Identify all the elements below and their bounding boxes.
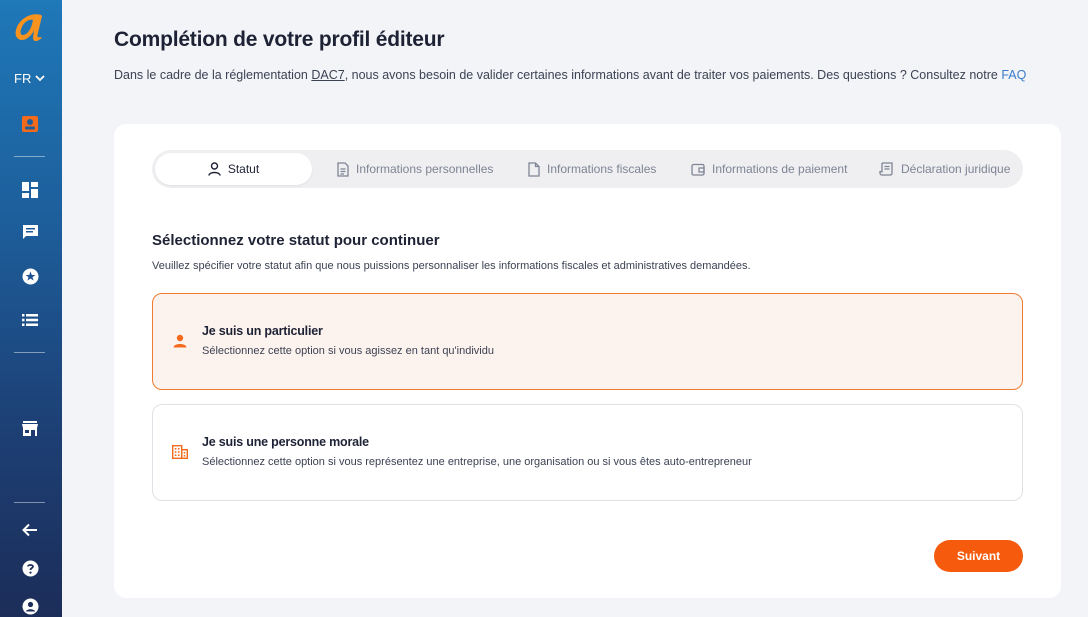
profile-card: Statut Informations personnelles Informa… xyxy=(114,124,1061,598)
subtitle-text: Dans le cadre de la réglementation xyxy=(114,68,312,82)
messages-icon[interactable] xyxy=(20,222,40,242)
building-icon xyxy=(171,443,189,461)
back-arrow-icon[interactable] xyxy=(20,520,40,540)
chevron-down-icon xyxy=(35,75,45,82)
step-label: Informations de paiement xyxy=(712,162,848,176)
subtitle-text: , nous avons besoin de valider certaines… xyxy=(344,68,1002,82)
scroll-icon xyxy=(879,162,893,176)
person-icon xyxy=(208,162,221,176)
page-title: Complétion de votre profil éditeur xyxy=(114,28,445,51)
next-button[interactable]: Suivant xyxy=(934,540,1023,572)
step-informations-personnelles[interactable]: Informations personnelles xyxy=(337,153,493,185)
step-informations-de-paiement[interactable]: Informations de paiement xyxy=(691,153,847,185)
profile-badge-icon[interactable] xyxy=(20,114,40,134)
option-description: Sélectionnez cette option si vous agisse… xyxy=(202,345,494,357)
step-informations-fiscales[interactable]: Informations fiscales xyxy=(528,153,656,185)
logo-icon[interactable] xyxy=(12,11,48,45)
language-label: FR xyxy=(14,71,32,86)
document-icon xyxy=(528,161,540,177)
dac7-link[interactable]: DAC7 xyxy=(311,68,344,82)
step-declaration-juridique[interactable]: Déclaration juridique xyxy=(879,153,1010,185)
option-personne-morale[interactable]: Je suis une personne morale Sélectionnez… xyxy=(152,404,1023,501)
language-selector[interactable]: FR xyxy=(14,71,45,86)
step-label: Déclaration juridique xyxy=(901,162,1011,176)
option-title: Je suis une personne morale xyxy=(202,435,369,449)
faq-link[interactable]: FAQ xyxy=(1001,68,1026,82)
section-title: Sélectionnez votre statut pour continuer xyxy=(152,232,440,249)
sidebar-divider xyxy=(14,352,45,353)
step-label: Informations personnelles xyxy=(356,162,494,176)
wallet-icon xyxy=(691,163,705,176)
step-label: Statut xyxy=(227,162,260,176)
sidebar-divider xyxy=(14,156,45,157)
store-icon[interactable] xyxy=(20,418,40,438)
star-icon[interactable] xyxy=(20,266,40,286)
help-icon[interactable] xyxy=(20,558,40,578)
sidebar: FR xyxy=(0,0,62,617)
account-icon[interactable] xyxy=(20,596,40,616)
person-icon xyxy=(171,332,189,350)
dashboard-icon[interactable] xyxy=(20,180,40,200)
step-statut[interactable]: Statut xyxy=(155,153,312,185)
step-label: Informations fiscales xyxy=(547,162,657,176)
stepper: Statut Informations personnelles Informa… xyxy=(152,150,1023,188)
option-description: Sélectionnez cette option si vous représ… xyxy=(202,456,752,468)
section-subtitle: Veuillez spécifier votre statut afin que… xyxy=(152,260,751,272)
option-particulier[interactable]: Je suis un particulier Sélectionnez cett… xyxy=(152,293,1023,390)
list-icon[interactable] xyxy=(20,310,40,330)
document-lines-icon xyxy=(337,161,349,177)
page-subtitle: Dans le cadre de la réglementation DAC7,… xyxy=(114,68,1026,82)
sidebar-divider xyxy=(14,502,45,503)
option-title: Je suis un particulier xyxy=(202,324,323,338)
